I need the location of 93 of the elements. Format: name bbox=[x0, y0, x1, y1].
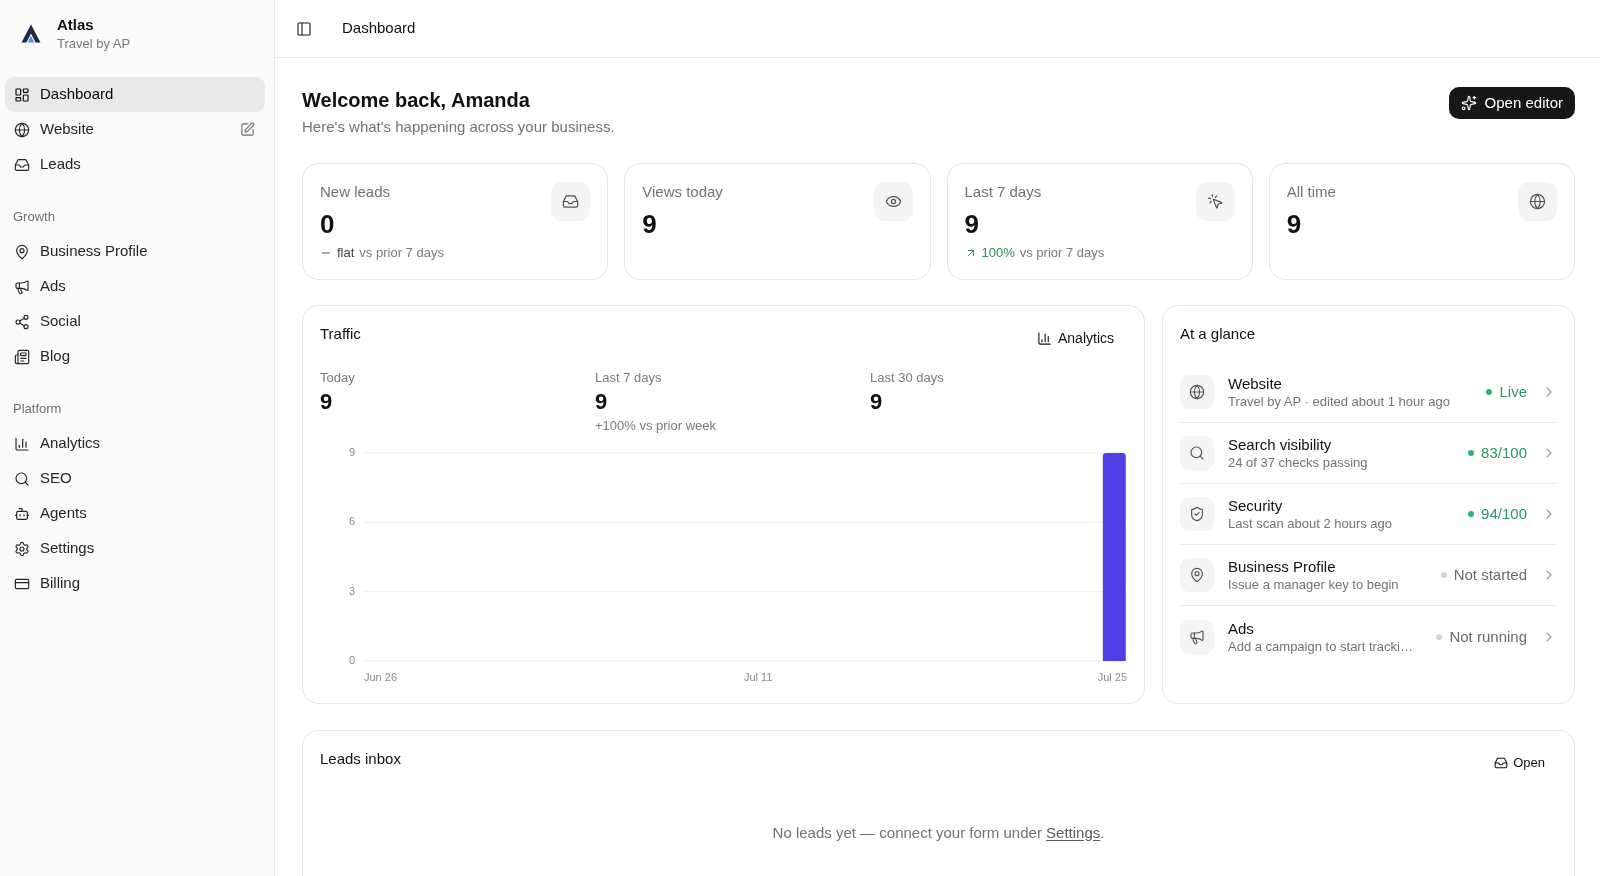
card-title: Traffic bbox=[320, 324, 361, 344]
map-pin-icon bbox=[1180, 558, 1214, 592]
open-button[interactable]: Open bbox=[1484, 747, 1555, 778]
stat-value: 9 bbox=[1286, 208, 1303, 240]
map-pin-icon bbox=[14, 243, 30, 260]
inbox-icon bbox=[14, 156, 30, 173]
metric-label: Last 7 days bbox=[595, 369, 663, 387]
nav-item[interactable]: Ads bbox=[5, 269, 265, 304]
nav-item[interactable]: Leads bbox=[5, 147, 265, 182]
empty-message: No leads yet — connect your form under Settings. bbox=[771, 822, 1106, 843]
robot-icon bbox=[14, 505, 30, 522]
page-title: Dashboard bbox=[342, 18, 416, 39]
nav-item[interactable]: Blog bbox=[5, 339, 265, 374]
metric-value: 9 bbox=[870, 388, 884, 416]
comparison-text: vs prior 7 days bbox=[1019, 244, 1105, 262]
brand-subtitle: Travel by AP bbox=[57, 35, 131, 52]
row-title: Ads bbox=[1228, 618, 1255, 638]
group-heading: Growth bbox=[13, 208, 55, 227]
search-icon bbox=[1180, 436, 1214, 470]
grid-icon bbox=[14, 86, 30, 103]
row-title: Search visibility bbox=[1228, 435, 1333, 454]
nav-item[interactable]: Social bbox=[5, 304, 265, 339]
sidebar-toggle-icon[interactable] bbox=[296, 20, 312, 37]
stat-label: All time bbox=[1286, 182, 1336, 202]
metric-label: Today bbox=[320, 369, 356, 387]
stat-label: Last 7 days bbox=[964, 182, 1043, 202]
row-subtitle: Travel by AP · edited about 1 hour ago bbox=[1228, 393, 1451, 410]
trend-value: flat bbox=[337, 244, 355, 262]
brand-name: Atlas bbox=[57, 15, 95, 34]
y-axis-label: 3 bbox=[348, 584, 355, 597]
megaphone-icon bbox=[1180, 619, 1214, 654]
y-axis-label: 6 bbox=[348, 515, 355, 528]
nav-item[interactable]: SEO bbox=[5, 461, 265, 496]
shield-check-icon bbox=[1180, 497, 1214, 531]
metric-label: Last 30 days bbox=[870, 369, 945, 387]
welcome-subtitle: Here's what's happening across your business. bbox=[302, 117, 615, 137]
newspaper-icon bbox=[14, 348, 30, 365]
x-axis-label: Jul 11 bbox=[743, 670, 773, 683]
nav-item[interactable]: Website bbox=[5, 112, 230, 147]
globe-icon bbox=[1518, 182, 1557, 221]
eye-icon bbox=[873, 182, 913, 221]
analytics-button[interactable]: Analytics bbox=[1026, 322, 1124, 354]
bar-chart-icon bbox=[14, 435, 30, 452]
x-axis-label: Jul 25 bbox=[1097, 670, 1127, 683]
stat-label: Views today bbox=[642, 182, 723, 202]
y-axis-label: 0 bbox=[348, 653, 355, 666]
search-icon bbox=[14, 470, 30, 487]
nav-item[interactable]: Billing bbox=[5, 566, 265, 601]
row-title: Security bbox=[1228, 496, 1284, 515]
settings-icon bbox=[14, 540, 30, 557]
nav-item[interactable]: Agents bbox=[5, 496, 265, 531]
x-axis-label: Jun 26 bbox=[364, 670, 398, 683]
stat-value: 0 bbox=[320, 208, 336, 240]
share-icon bbox=[14, 313, 30, 330]
status-label: Not started bbox=[1453, 565, 1527, 585]
metric-note: +100% vs prior week bbox=[595, 417, 718, 435]
metric-value: 9 bbox=[320, 388, 334, 416]
stat-value: 9 bbox=[964, 208, 980, 240]
status-label: Live bbox=[1499, 382, 1527, 402]
group-heading: Platform bbox=[13, 400, 62, 419]
nav-item[interactable]: Business Profile bbox=[5, 234, 265, 269]
status-label: Not running bbox=[1449, 626, 1527, 647]
row-subtitle: Last scan about 2 hours ago bbox=[1228, 515, 1394, 532]
row-subtitle: 24 of 37 checks passing bbox=[1228, 454, 1369, 471]
comparison-text: vs prior 7 days bbox=[359, 244, 444, 262]
card-title: At a glance bbox=[1180, 324, 1257, 344]
nav-item[interactable]: Dashboard bbox=[5, 77, 265, 112]
row-title: Business Profile bbox=[1228, 557, 1337, 576]
sparkles-icon bbox=[1460, 95, 1477, 111]
stat-value: 9 bbox=[642, 208, 658, 240]
open-editor-button[interactable]: Open editor bbox=[1448, 87, 1575, 119]
stat-label: New leads bbox=[320, 182, 392, 202]
welcome-title: Welcome back, Amanda bbox=[302, 88, 531, 113]
logo-icon bbox=[21, 24, 41, 43]
metric-value: 9 bbox=[595, 388, 609, 416]
y-axis-label: 9 bbox=[348, 445, 355, 458]
nav-item[interactable]: Settings bbox=[5, 531, 265, 566]
megaphone-icon bbox=[14, 278, 30, 295]
row-title: Website bbox=[1228, 374, 1283, 393]
nav-item[interactable]: Analytics bbox=[5, 426, 265, 461]
row-subtitle: Issue a manager key to begin bbox=[1228, 576, 1400, 593]
status-label: 94/100 bbox=[1481, 504, 1527, 524]
card-title: Leads inbox bbox=[320, 749, 401, 769]
globe-icon bbox=[1180, 375, 1214, 409]
edit-icon[interactable] bbox=[240, 122, 255, 137]
inbox-icon bbox=[1494, 755, 1509, 770]
globe-icon bbox=[14, 121, 30, 138]
inbox-icon bbox=[551, 182, 591, 221]
bar-chart-icon bbox=[1036, 330, 1052, 346]
row-subtitle: Add a campaign to start tracki… bbox=[1228, 637, 1414, 655]
trend-value: 100% bbox=[981, 244, 1015, 262]
status-label: 83/100 bbox=[1481, 443, 1527, 463]
cursor-click-icon bbox=[1195, 182, 1235, 221]
